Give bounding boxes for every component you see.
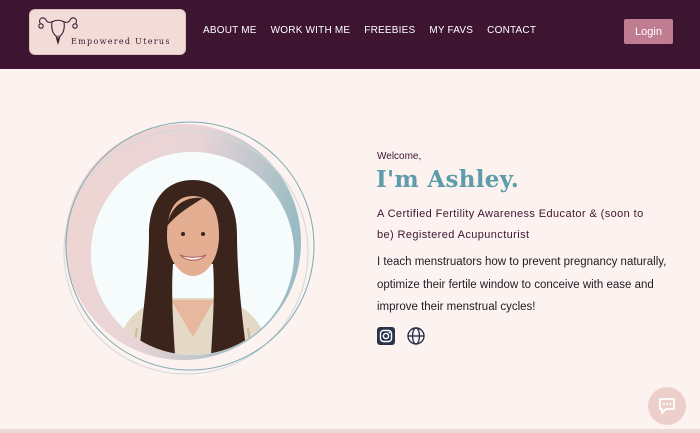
top-navigation-bar: Empowered Uterus ABOUT ME WORK WITH ME F… — [0, 0, 700, 69]
nav-freebies[interactable]: FREEBIES — [364, 25, 415, 36]
hero-title: I'm Ashley. — [376, 166, 520, 193]
chat-widget-button[interactable] — [648, 387, 686, 425]
welcome-text: Welcome, — [377, 151, 422, 162]
globe-icon[interactable] — [407, 327, 425, 345]
instagram-icon[interactable] — [377, 327, 395, 345]
hero-intro: I teach menstruators how to prevent preg… — [377, 256, 667, 313]
nav-my-favs[interactable]: MY FAVS — [429, 25, 473, 36]
portrait-illustration — [91, 152, 294, 355]
brand-logo[interactable]: Empowered Uterus — [29, 9, 186, 55]
chat-icon — [659, 398, 675, 414]
profile-photo — [91, 152, 294, 355]
nav-contact[interactable]: CONTACT — [487, 25, 536, 36]
social-links — [377, 327, 425, 345]
login-button[interactable]: Login — [624, 19, 673, 44]
section-divider — [0, 429, 700, 433]
nav-work-with-me[interactable]: WORK WITH ME — [271, 25, 351, 36]
brand-name: Empowered Uterus — [71, 37, 171, 46]
main-nav: ABOUT ME WORK WITH ME FREEBIES MY FAVS C… — [203, 25, 536, 36]
hero-subtitle: A Certified Fertility Awareness Educator… — [377, 208, 644, 241]
nav-about-me[interactable]: ABOUT ME — [203, 25, 257, 36]
